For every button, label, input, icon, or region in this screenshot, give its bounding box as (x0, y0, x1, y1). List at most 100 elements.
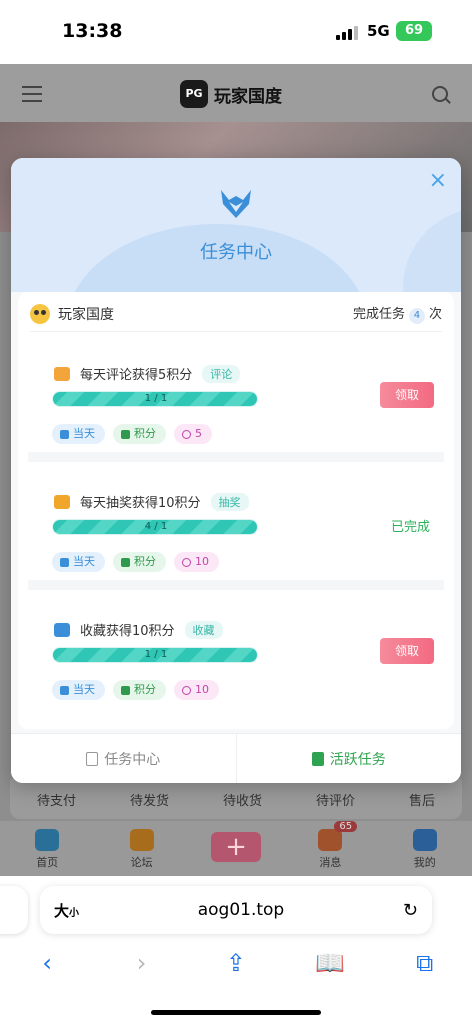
logo-name: 玩家国度 (214, 86, 282, 107)
chip-points-label: 积分 (134, 555, 156, 568)
points-icon (121, 429, 130, 439)
calendar-icon (60, 429, 69, 439)
browser-toolbar: ‹ › ⇪ 📖 ⧉ (0, 946, 472, 980)
task-chips: 当天 积分 5 (52, 424, 212, 444)
tabbar-label: 首页 (36, 856, 59, 869)
modal-footer-tabs: 任务中心 活跃任务 (11, 733, 461, 783)
task-tag: 抽奖 (210, 492, 249, 511)
order-status-item[interactable]: 待发货 (130, 790, 169, 809)
browser-chrome: 大小 aog01.top ↻ ‹ › ⇪ 📖 ⧉ (0, 876, 472, 1024)
bottom-tabbar: 首页 论坛 + 消息 65 我的 (0, 821, 472, 876)
chip-coins: 5 (174, 424, 212, 444)
modal-title: 任务中心 (200, 242, 272, 263)
progress-bar: 4 / 1 (52, 519, 258, 535)
tabbar-item[interactable]: 首页 (17, 829, 77, 870)
task-name: 每天评论获得5积分 (80, 368, 193, 383)
tabbar-item[interactable]: + (206, 832, 266, 870)
chip-day: 当天 (52, 552, 105, 572)
progress-bar: 1 / 1 (52, 647, 258, 663)
battery-icon: 69 (396, 21, 432, 41)
tabbar-item[interactable]: 论坛 (112, 829, 172, 870)
task-tag: 收藏 (184, 620, 223, 639)
order-status-item[interactable]: 售后 (409, 790, 435, 809)
avatar (30, 303, 50, 324)
coin-icon (182, 685, 191, 695)
site-logo[interactable]: PG 玩家国度 (180, 80, 282, 108)
calendar-icon (60, 685, 69, 695)
tabbar-label: 我的 (413, 856, 436, 869)
task-card: 玩家国度 完成任务 4 次 每天评论获得5积分 评论 1 / 1 当天 积分 5 领取 每天抽奖获… (18, 292, 454, 729)
book-icon (311, 751, 324, 766)
order-status-item[interactable]: 待支付 (37, 790, 76, 809)
coin-icon (182, 429, 191, 439)
close-icon[interactable]: × (429, 168, 447, 193)
task-title-row: 收藏获得10积分 收藏 (54, 620, 223, 639)
progress-text: 1 / 1 (144, 393, 168, 404)
tab-active-tasks[interactable]: 活跃任务 (235, 734, 462, 783)
forward-button[interactable]: › (122, 949, 162, 977)
chip-coins-label: 5 (195, 427, 202, 440)
tabbar-label: 消息 (319, 856, 342, 869)
tabbar-item[interactable]: 消息 65 (300, 821, 360, 870)
notification-badge: 65 (334, 821, 358, 832)
order-status-item[interactable]: 待评价 (316, 790, 355, 809)
search-icon[interactable] (432, 86, 448, 102)
tab-task-center[interactable]: 任务中心 (11, 734, 236, 783)
task-chips: 当天 积分 10 (52, 552, 219, 572)
chip-coins-label: 10 (195, 683, 209, 696)
chip-coins: 10 (174, 680, 219, 700)
page-size-button[interactable]: 大小 (54, 900, 79, 921)
task-name: 收藏获得10积分 (80, 624, 175, 639)
progress-bar: 1 / 1 (52, 391, 258, 407)
order-status-item[interactable]: 待收货 (223, 790, 262, 809)
task-name: 每天抽奖获得10积分 (80, 496, 201, 511)
chip-coins: 10 (174, 552, 219, 572)
task-center-modal: 任务中心 × 玩家国度 完成任务 4 次 每天评论获得5积分 评论 1 / 1 当天 积分 5… (11, 158, 461, 783)
claim-button[interactable]: 领取 (380, 382, 434, 408)
task-title-row: 每天评论获得5积分 评论 (54, 364, 241, 383)
menu-icon[interactable] (22, 86, 42, 102)
forum-icon (129, 829, 154, 851)
chip-points-label: 积分 (134, 683, 156, 696)
task-title-row: 每天抽奖获得10积分 抽奖 (54, 492, 249, 511)
home-indicator (151, 1010, 321, 1015)
completed-status: 已完成 (391, 520, 431, 535)
back-button[interactable]: ‹ (27, 949, 67, 977)
points-icon (121, 685, 130, 695)
site-header: PG 玩家国度 (0, 64, 472, 122)
calendar-icon (60, 557, 69, 567)
address-bar[interactable]: 大小 aog01.top ↻ (40, 886, 432, 934)
chip-day-label: 当天 (73, 683, 95, 696)
task-tag: 评论 (202, 364, 241, 383)
logo-badge: PG (180, 80, 208, 108)
signal-icon (336, 24, 358, 40)
chip-day-label: 当天 (73, 427, 95, 440)
home-icon (35, 829, 60, 851)
tabbar-label: 论坛 (130, 856, 153, 869)
coin-icon (182, 557, 191, 567)
chip-day: 当天 (52, 424, 105, 444)
reload-icon[interactable]: ↻ (403, 900, 418, 921)
bookmarks-button[interactable]: 📖 (310, 949, 350, 977)
chip-points-label: 积分 (134, 427, 156, 440)
progress-text: 4 / 1 (144, 521, 168, 532)
share-button[interactable]: ⇪ (216, 949, 256, 977)
completed-count-badge: 4 (408, 308, 425, 324)
claim-button[interactable]: 领取 (380, 638, 434, 664)
task-icon (54, 366, 70, 381)
network-label: 5G (367, 22, 390, 40)
status-bar: 13:38 5G 69 (0, 0, 472, 64)
tabbar-item[interactable]: 我的 (395, 829, 455, 870)
chip-coins-label: 10 (195, 555, 209, 568)
previous-tab-preview[interactable] (0, 886, 28, 934)
calendar-icon (86, 751, 99, 766)
url-text[interactable]: aog01.top (79, 900, 403, 920)
task-icon (54, 622, 70, 637)
chip-day-label: 当天 (73, 555, 95, 568)
task-divider (28, 580, 444, 590)
chip-day: 当天 (52, 680, 105, 700)
task-chips: 当天 积分 10 (52, 680, 219, 700)
user-icon (412, 829, 437, 851)
task-item: 每天抽奖获得10积分 抽奖 4 / 1 当天 积分 10 已完成 (28, 468, 444, 590)
tabs-button[interactable]: ⧉ (405, 949, 445, 977)
